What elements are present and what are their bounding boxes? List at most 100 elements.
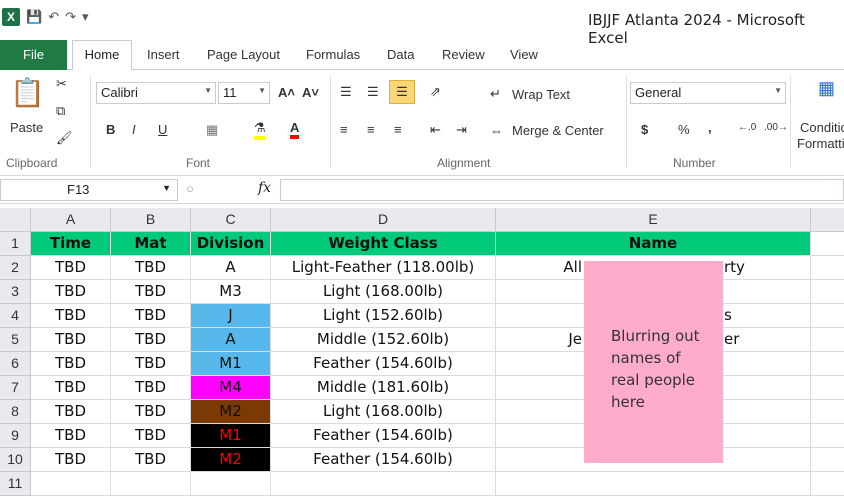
header-cell-weight-class[interactable]: Weight Class [271,232,496,256]
align-right-icon[interactable]: ≡ [394,122,402,137]
number-format-select[interactable]: General ▼ [630,82,786,104]
cell-empty[interactable] [811,280,844,304]
conditional-formatting-button[interactable]: Conditio [800,120,844,135]
customize-qat-icon[interactable]: ▾ [82,9,89,25]
cell-time[interactable]: TBD [31,352,111,376]
paste-button[interactable]: Paste [10,120,43,135]
header-cell-time[interactable]: Time [31,232,111,256]
cell-mat[interactable]: TBD [111,304,191,328]
column-header-e[interactable]: E [496,208,811,232]
cell-mat[interactable]: TBD [111,376,191,400]
cell-empty[interactable] [191,472,271,496]
percent-button[interactable]: % [678,122,690,137]
merge-center-button[interactable]: Merge & Center [512,123,604,138]
increase-decimal-icon[interactable]: ←.0 [738,122,756,133]
cell-weight-class[interactable]: Feather (154.60lb) [271,352,496,376]
borders-icon[interactable]: ▦ [206,122,218,138]
paste-icon[interactable]: 📋 [10,76,45,109]
column-header-a[interactable]: A [31,208,111,232]
cell-weight-class[interactable]: Light-Feather (118.00lb) [271,256,496,280]
row-header[interactable]: 6 [0,352,31,376]
cell-time[interactable]: TBD [31,376,111,400]
cell-mat[interactable]: TBD [111,424,191,448]
row-header[interactable]: 3 [0,280,31,304]
cell-empty[interactable] [811,352,844,376]
cell-mat[interactable]: TBD [111,280,191,304]
cell-weight-class[interactable]: Light (168.00lb) [271,400,496,424]
wrap-text-button[interactable]: Wrap Text [512,87,570,102]
cell-mat[interactable]: TBD [111,256,191,280]
row-header[interactable]: 4 [0,304,31,328]
column-header-b[interactable]: B [111,208,191,232]
currency-button[interactable]: $ [641,122,648,137]
align-top-icon[interactable]: ☰ [340,84,352,100]
cell-empty[interactable] [496,472,811,496]
align-middle-icon[interactable]: ☰ [367,84,379,100]
tab-data[interactable]: Data [387,47,414,62]
header-cell-division[interactable]: Division [191,232,271,256]
formula-input[interactable] [280,179,844,201]
font-size-select[interactable]: 11 ▼ [218,82,270,104]
fill-color-icon[interactable]: ⚗ [254,120,266,140]
tab-review[interactable]: Review [442,47,485,62]
cell-empty[interactable] [111,472,191,496]
merge-center-icon[interactable]: ⇔ [490,123,503,138]
cell-empty[interactable] [811,424,844,448]
grow-font-icon[interactable]: A˄ [278,85,295,100]
font-name-select[interactable]: Calibri ▼ [96,82,216,104]
select-all-button[interactable] [0,208,31,232]
conditional-formatting-icon[interactable]: ▦ [818,78,835,99]
row-header[interactable]: 11 [0,472,31,496]
bold-button[interactable]: B [106,122,115,137]
comma-button[interactable]: , [708,120,712,135]
save-icon[interactable]: 💾 [26,9,42,25]
cell-weight-class[interactable]: Light (152.60lb) [271,304,496,328]
cell-division[interactable]: M3 [191,280,271,304]
row-header[interactable]: 8 [0,400,31,424]
name-box[interactable]: F13 ▼ [0,179,178,201]
cell-division[interactable]: A [191,328,271,352]
insert-function-icon[interactable]: fx [258,180,271,196]
cell-empty[interactable] [811,304,844,328]
cell-weight-class[interactable]: Middle (181.60lb) [271,376,496,400]
cell-empty[interactable] [811,448,844,472]
cell-weight-class[interactable]: Middle (152.60lb) [271,328,496,352]
cell-mat[interactable]: TBD [111,328,191,352]
cell-division[interactable]: M2 [191,448,271,472]
cell-mat[interactable]: TBD [111,352,191,376]
shrink-font-icon[interactable]: A˅ [302,85,319,100]
row-header[interactable]: 1 [0,232,31,256]
cell-empty[interactable] [811,256,844,280]
cell-empty[interactable] [811,400,844,424]
cell-mat[interactable]: TBD [111,400,191,424]
increase-indent-icon[interactable]: ⇥ [456,122,467,138]
header-cell-name[interactable]: Name [496,232,811,256]
align-left-icon[interactable]: ≡ [340,122,348,137]
cell-empty[interactable] [811,472,844,496]
cell-time[interactable]: TBD [31,400,111,424]
formula-bar-expand-icon[interactable]: ○ [186,181,194,196]
tab-view[interactable]: View [510,47,538,62]
row-header[interactable]: 10 [0,448,31,472]
tab-formulas[interactable]: Formulas [306,47,360,62]
cell-time[interactable]: TBD [31,280,111,304]
cell-division[interactable]: J [191,304,271,328]
decrease-decimal-icon[interactable]: .00→ [764,122,788,133]
align-bottom-icon[interactable]: ☰ [389,80,415,104]
column-header-f[interactable] [811,208,844,232]
tab-home[interactable]: Home [72,40,132,71]
italic-button[interactable]: I [132,122,136,137]
tab-page-layout[interactable]: Page Layout [207,47,280,62]
cell-mat[interactable]: TBD [111,448,191,472]
column-header-c[interactable]: C [191,208,271,232]
tab-file[interactable]: File [0,40,67,70]
decrease-indent-icon[interactable]: ⇤ [430,122,441,138]
cell-weight-class[interactable]: Feather (154.60lb) [271,448,496,472]
row-header[interactable]: 2 [0,256,31,280]
cell-time[interactable]: TBD [31,328,111,352]
cell-division[interactable]: A [191,256,271,280]
cell-time[interactable]: TBD [31,256,111,280]
redo-icon[interactable]: ↷ [65,9,76,25]
cell-division[interactable]: M1 [191,424,271,448]
cell-empty[interactable] [811,328,844,352]
